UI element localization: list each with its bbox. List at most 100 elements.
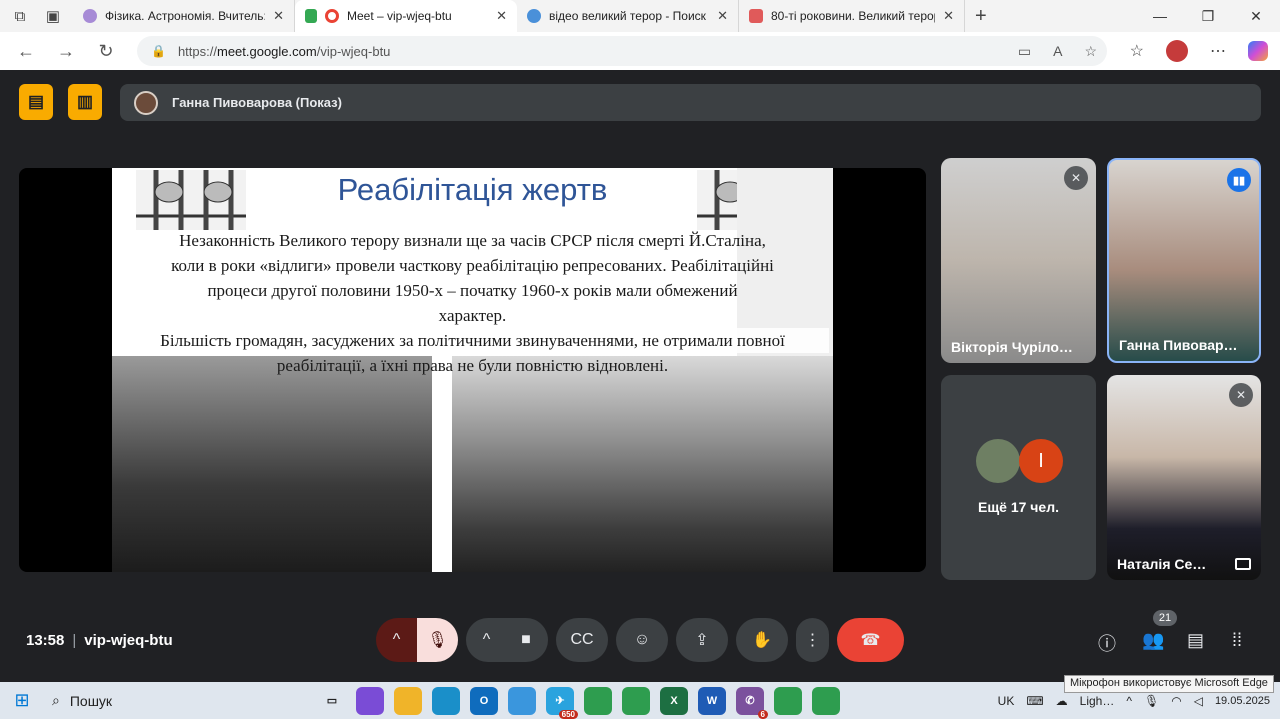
outlook-icon[interactable]: O (470, 686, 498, 715)
people-count-badge: 21 (1153, 610, 1177, 626)
hand-icon: ✋ (752, 632, 772, 649)
favorite-star-icon[interactable]: ☆ (1084, 43, 1097, 60)
workspaces-icon[interactable]: ⧉ (7, 4, 33, 28)
slide-photo-khrushchev (112, 356, 432, 572)
close-tab-icon[interactable]: ✕ (717, 8, 728, 24)
excel-icon[interactable]: X (660, 686, 688, 715)
meet-favicon-icon (305, 9, 317, 23)
layout-button[interactable]: ▥ (68, 84, 102, 120)
presenter-label: Ганна Пивоварова (Показ) (172, 95, 342, 110)
task-view-icon[interactable]: ▭ (318, 687, 346, 715)
hide-presentation-button[interactable]: ▤ (19, 84, 53, 120)
others-count-label: Ещё 17 чел. (978, 499, 1059, 515)
slide-line: характер. (438, 306, 507, 325)
back-icon[interactable]: ← (6, 32, 46, 70)
slide-title: Реабілітація жертв (337, 172, 608, 207)
read-aloud-icon[interactable]: A (1053, 43, 1062, 60)
url-prefix: https:// (177, 43, 217, 59)
slide-line: процеси другої половини 1950-х – початку… (207, 281, 738, 300)
mic-toggle-button[interactable]: 🎙 (417, 618, 458, 662)
people-icon[interactable]: 👥 (1142, 630, 1164, 651)
mic-off-icon: ✕ (1064, 166, 1088, 190)
reload-icon[interactable]: ↻ (86, 32, 126, 70)
favorites-icon[interactable]: ☆ (1130, 41, 1144, 61)
minimize-icon[interactable]: — (1136, 0, 1184, 32)
info-icon[interactable]: ⓘ (1098, 630, 1116, 656)
more-options-button[interactable]: ⋮ (796, 618, 829, 662)
more-menu-icon[interactable]: ⋯ (1210, 41, 1226, 61)
url-host: meet.google.com (216, 43, 317, 59)
captions-button[interactable]: CC (556, 618, 608, 662)
tab-favicon-icon (83, 9, 97, 23)
participant-tile[interactable]: ✕ Вікторія Чуріло… (941, 158, 1096, 363)
participant-tile[interactable]: ✕ Наталія Се… (1107, 375, 1261, 580)
audio-options-button[interactable]: ^ (376, 618, 417, 662)
file-explorer-icon[interactable] (394, 686, 422, 715)
weather-icon[interactable]: ☁ (1056, 694, 1068, 708)
raise-hand-button[interactable]: ✋ (736, 618, 788, 662)
close-tab-icon[interactable]: ✕ (943, 8, 954, 24)
search-favicon-icon (527, 9, 541, 23)
participant-avatar (976, 439, 1020, 483)
weather-label[interactable]: Ligh… (1080, 694, 1115, 708)
new-tab-icon[interactable]: + (975, 5, 987, 28)
keyboard-icon[interactable]: ⌨ (1026, 694, 1043, 708)
lock-icon: 🔒 (151, 44, 166, 58)
url-field[interactable]: 🔒 https://meet.google.com/vip-wjeq-btu ▭… (137, 36, 1107, 66)
speaking-indicator-icon: ▮▮ (1227, 168, 1251, 192)
others-tile[interactable]: I Ещё 17 чел. (941, 375, 1096, 580)
start-icon[interactable]: ⊞ (0, 682, 44, 719)
copilot-icon[interactable] (1248, 41, 1268, 61)
chat-icon[interactable]: ▤ (1187, 630, 1204, 651)
mic-tooltip: Мікрофон використовує Microsoft Edge (1064, 675, 1274, 693)
presenter-bar: Ганна Пивоварова (Показ) (120, 84, 1261, 121)
chrome-icon[interactable] (584, 686, 612, 715)
tab-physics[interactable]: Фізика. Астрономія. Вчитель: Бер ✕ (73, 0, 295, 32)
browser-tab-strip: ⧉ ▣ Фізика. Астрономія. Вчитель: Бер ✕ M… (0, 0, 1280, 32)
forward-icon[interactable]: → (46, 32, 86, 70)
slide-line: коли в роки «відлиги» провели часткову р… (171, 256, 774, 275)
tab-meet[interactable]: Meet – vip-wjeq-btu ✕ (295, 0, 517, 32)
taskbar-search[interactable]: ⌕ Пошук (44, 682, 312, 719)
video-options-button[interactable]: ^ (466, 618, 507, 662)
participant-name: Наталія Се… (1117, 556, 1207, 572)
reactions-button[interactable]: ☺ (616, 618, 668, 662)
meeting-info: 13:58 | vip-wjeq-btu (26, 632, 173, 649)
activities-icon[interactable]: ⁞⁞ (1232, 630, 1242, 651)
present-button[interactable]: ⇪ (676, 618, 728, 662)
close-window-icon[interactable]: ✕ (1232, 0, 1280, 32)
close-tab-icon[interactable]: ✕ (496, 8, 507, 24)
viber-badge: 6 (757, 709, 768, 719)
wifi-icon[interactable]: ◠ (1171, 694, 1181, 708)
emoji-icon: ☺ (633, 631, 651, 648)
tab-title: Meet – vip-wjeq-btu (347, 9, 452, 23)
store-icon[interactable] (508, 686, 536, 715)
chrome-icon[interactable] (812, 686, 840, 715)
language-label[interactable]: UK (998, 694, 1015, 708)
tray-date[interactable]: 19.05.2025 (1215, 695, 1270, 707)
recording-icon (325, 9, 339, 23)
tab-actions-icon[interactable]: ▣ (40, 4, 66, 28)
copilot-app-icon[interactable] (356, 686, 384, 715)
mic-in-use-icon[interactable]: 🎙 (1144, 694, 1159, 708)
camera-toggle-button[interactable]: ■ (504, 618, 548, 662)
restore-icon[interactable]: ❐ (1184, 0, 1232, 32)
participant-tile-speaking[interactable]: ▮▮ Ганна Пивовар… (1107, 158, 1261, 363)
presenter-avatar (134, 90, 158, 115)
tab-video[interactable]: 80-ті роковини. Великий терор ✕ (739, 0, 965, 32)
tab-title: 80-ті роковини. Великий терор (771, 9, 936, 23)
chevron-up-icon[interactable]: ^ (1126, 694, 1132, 708)
close-tab-icon[interactable]: ✕ (273, 8, 284, 24)
profile-avatar-icon[interactable] (1166, 40, 1188, 62)
telegram-badge: 650 (558, 709, 578, 719)
leave-call-button[interactable]: ☎ (837, 618, 904, 662)
viber-icon[interactable]: ✆ 6 (736, 686, 768, 719)
chrome-icon[interactable] (774, 686, 802, 715)
word-icon[interactable]: W (698, 686, 726, 715)
volume-icon[interactable]: ◁ (1194, 694, 1203, 708)
edge-icon[interactable] (432, 686, 460, 715)
camera-indicator-icon[interactable]: ▭ (1018, 43, 1031, 60)
tab-search[interactable]: відео великий терор - Поиск ✕ (517, 0, 739, 32)
telegram-icon[interactable]: ✈ 650 (546, 686, 578, 719)
chrome-profile-icon[interactable] (622, 686, 650, 715)
